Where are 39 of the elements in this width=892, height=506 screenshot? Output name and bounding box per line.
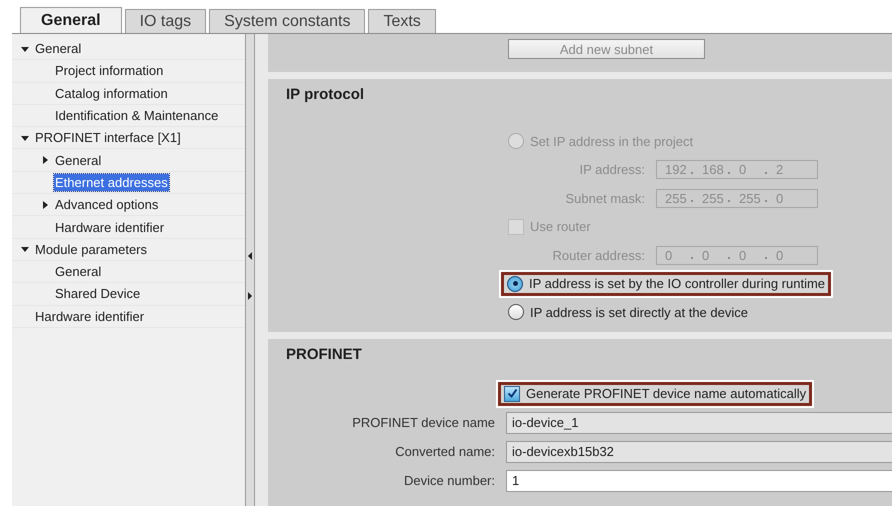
tree-item[interactable]: Catalog information [54,84,169,102]
field-label: IP address: [578,162,645,178]
input-field[interactable]: io-devicexb15b32 [506,440,892,462]
field-label: Device number: [402,473,495,488]
collapsed-caret-icon[interactable] [40,200,50,210]
tree-item[interactable]: Hardware identifier [34,308,146,325]
tree-item[interactable]: Hardware identifier [54,218,166,236]
tree-item[interactable]: Module parameters [34,240,148,258]
tab[interactable]: IO tags [124,9,206,33]
tab[interactable]: System constants [209,9,366,33]
tab[interactable]: General [20,7,122,33]
radio-button[interactable] [507,276,523,292]
checkbox[interactable] [504,386,520,402]
radio-button[interactable] [508,304,524,320]
input-field[interactable]: 1 [506,470,892,492]
radio-option[interactable]: IP address is set directly at the device [504,302,752,322]
tree-item[interactable]: General [54,152,102,169]
expand-right-icon[interactable] [248,292,252,300]
tab[interactable]: Texts [368,9,436,33]
tree-item[interactable]: Project information [54,62,164,80]
field-label: PROFINET device name [351,415,495,430]
collapse-left-icon[interactable] [248,252,252,260]
field-label: Subnet mask: [564,190,645,206]
tree-item[interactable]: Advanced options [54,196,160,214]
section-title: PROFINET [285,345,363,365]
tree-item[interactable]: PROFINET interface [X1] [34,129,182,146]
field-label: Converted name: [394,444,495,459]
expanded-caret-icon[interactable] [20,244,30,254]
radio-option[interactable]: IP address is set by the IO controller during runtime [501,272,832,296]
checkbox-option[interactable]: Generate PROFINET device name automatically [498,382,812,406]
collapsed-caret-icon[interactable] [40,155,50,166]
tree-item[interactable]: General [54,263,102,280]
tree-item[interactable]: Ethernet addresses [54,174,169,191]
field-label: Router address: [552,248,645,263]
tree-item[interactable]: Shared Device [54,285,142,302]
tree-item[interactable]: General [34,40,82,58]
input-field[interactable]: io-device_1 [506,412,892,434]
section-title: IP protocol [285,85,366,105]
tree-item[interactable]: Identification & Maintenance [54,107,220,124]
